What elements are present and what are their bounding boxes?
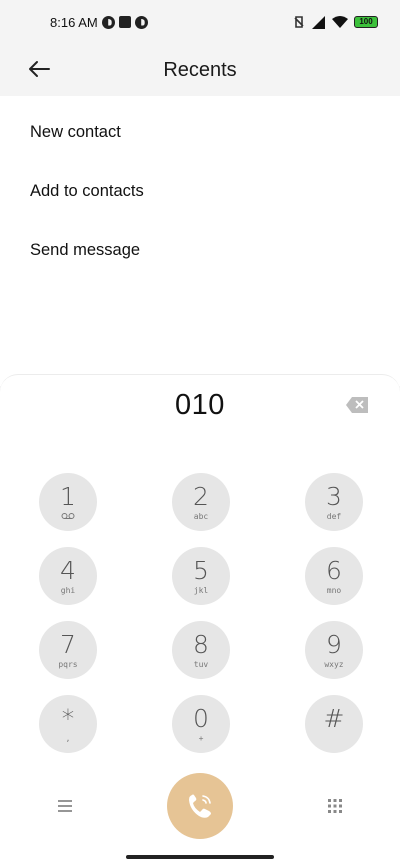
key-star-letters: ,: [65, 733, 71, 743]
key-4[interactable]: 4 ghi: [39, 547, 97, 605]
backspace-button[interactable]: [346, 397, 368, 413]
call-button[interactable]: [167, 773, 233, 839]
key-0-digit: 0: [193, 703, 209, 733]
key-2-digit: 2: [193, 481, 209, 511]
page-title: Recents: [163, 58, 237, 81]
app-notification-icon: [118, 16, 131, 28]
key-2[interactable]: 2 abc: [172, 473, 230, 531]
key-6-digit: 6: [326, 555, 342, 585]
key-6[interactable]: 6 mno: [305, 547, 363, 605]
key-7[interactable]: 7 pqrs: [39, 621, 97, 679]
keypad-toggle-button[interactable]: [320, 791, 350, 821]
key-9-digit: 9: [326, 629, 342, 659]
key-2-letters: abc: [193, 511, 209, 521]
status-right: 100: [292, 15, 378, 29]
key-6-letters: mno: [326, 585, 342, 595]
key-5-letters: jkl: [193, 585, 209, 595]
dialed-number: 010: [175, 389, 225, 421]
keypad-icon: [328, 799, 342, 813]
key-5-digit: 5: [193, 555, 209, 585]
vibrate-icon: [294, 16, 304, 28]
key-0[interactable]: 0 +: [172, 695, 230, 753]
key-9-letters: wxyz: [324, 659, 344, 669]
add-to-contacts-option[interactable]: Add to contacts: [30, 182, 144, 201]
key-8-digit: 8: [193, 629, 209, 659]
key-7-digit: 7: [60, 629, 76, 659]
voicemail-icon: [61, 513, 75, 519]
key-4-digit: 4: [60, 555, 76, 585]
key-star[interactable]: * ,: [39, 695, 97, 753]
menu-button[interactable]: [50, 791, 80, 821]
dialpad-panel: 010 1 2 abc 3 def 4 ghi 5 jkl 6 mno 7 pq…: [0, 374, 400, 866]
send-message-option[interactable]: Send message: [30, 241, 140, 260]
status-left: 8:16 AM: [50, 15, 148, 30]
key-0-letters: +: [198, 733, 204, 743]
new-contact-option[interactable]: New contact: [30, 123, 121, 142]
key-4-letters: ghi: [60, 585, 76, 595]
key-8-letters: tuv: [193, 659, 209, 669]
key-1[interactable]: 1: [39, 473, 97, 531]
backspace-icon: [346, 397, 368, 413]
battery-icon: 100: [354, 16, 378, 28]
options-list: New contact Add to contacts Send message: [0, 96, 400, 386]
key-3[interactable]: 3 def: [305, 473, 363, 531]
status-bar: 8:16 AM 100: [0, 0, 400, 44]
key-3-digit: 3: [326, 481, 342, 511]
menu-icon: [58, 800, 72, 812]
key-1-digit: 1: [60, 482, 76, 511]
key-8[interactable]: 8 tuv: [172, 621, 230, 679]
key-hash-digit: #: [323, 703, 345, 733]
key-star-digit: *: [61, 703, 75, 733]
notification-icon-2: [134, 15, 148, 29]
status-time: 8:16 AM: [50, 14, 98, 30]
key-3-letters: def: [326, 511, 342, 521]
home-indicator[interactable]: [126, 855, 274, 859]
back-arrow-icon: [29, 61, 50, 77]
phone-icon: [189, 794, 211, 818]
signal-icon: [312, 15, 325, 29]
key-hash[interactable]: #: [305, 695, 363, 753]
notification-icon: [101, 15, 115, 29]
app-header: Recents: [0, 44, 400, 96]
key-7-letters: pqrs: [58, 659, 78, 669]
key-9[interactable]: 9 wxyz: [305, 621, 363, 679]
wifi-icon: [332, 16, 348, 28]
back-button[interactable]: [24, 54, 54, 84]
key-5[interactable]: 5 jkl: [172, 547, 230, 605]
